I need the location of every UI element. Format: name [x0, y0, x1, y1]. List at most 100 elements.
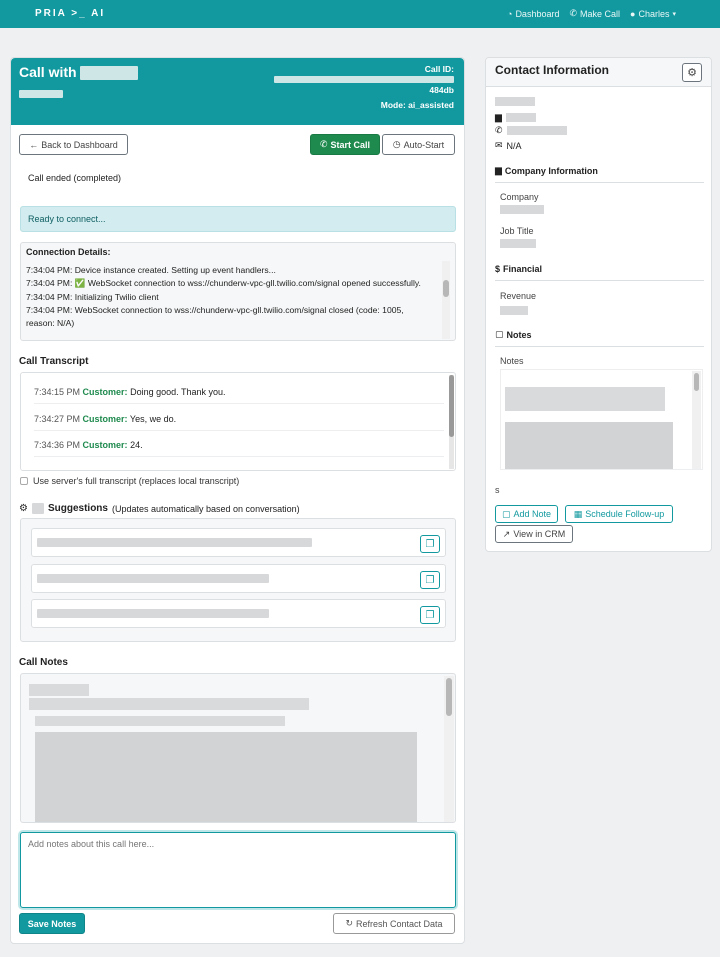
phone-icon: ✆ — [495, 125, 503, 135]
connection-details-panel[interactable]: Connection Details: 7:34:04 PM: Device i… — [20, 242, 456, 341]
brand-logo[interactable]: PRIA >_ AI — [35, 8, 105, 19]
scrollbar-thumb[interactable] — [694, 373, 699, 391]
notes-trailing-text: s — [495, 485, 500, 495]
connection-scrollbar[interactable] — [442, 261, 450, 339]
copy-icon: ❐ — [425, 574, 435, 586]
nav-dashboard[interactable]: ◔ Dashboard — [507, 8, 559, 19]
redacted-notes — [505, 387, 665, 411]
calendar-icon: ▦ — [573, 508, 583, 519]
note-icon: ▢ — [501, 508, 511, 519]
back-to-dashboard-button[interactable]: ← Back to Dashboard — [19, 134, 128, 155]
contact-phone-line: ✆ — [495, 125, 567, 136]
log-line: 7:34:04 PM: Device instance created. Set… — [26, 265, 276, 275]
refresh-contact-button[interactable]: ↻ Refresh Contact Data — [333, 913, 455, 934]
phone-icon: ✆ — [569, 8, 578, 18]
auto-start-button[interactable]: ◷ Auto-Start — [382, 134, 455, 155]
call-status: Call ended (completed) — [28, 173, 122, 183]
call-mode: Mode: ai_assisted — [380, 100, 454, 110]
transcript-title: Call Transcript — [19, 356, 89, 367]
refresh-icon: ↻ — [345, 918, 353, 928]
contact-settings-button[interactable]: ⚙ — [682, 63, 702, 82]
financial-section-title: $ Financial — [495, 264, 704, 281]
building-icon: ▆ — [495, 112, 502, 122]
copy-suggestion-button[interactable]: ❐ — [420, 571, 440, 589]
ready-alert: Ready to connect... — [20, 206, 456, 232]
save-notes-button[interactable]: Save Notes — [19, 913, 85, 934]
call-header: Call with Call ID: 484db Mode: ai_assist… — [11, 58, 464, 125]
transcript-panel[interactable]: 7:34:15 PM Customer: Doing good. Thank y… — [20, 372, 456, 471]
scrollbar-thumb[interactable] — [449, 375, 454, 437]
call-notes-scrollbar[interactable] — [444, 676, 454, 822]
nav-make-call[interactable]: ✆ Make Call — [569, 8, 620, 19]
transcript-scrollbar[interactable] — [449, 375, 454, 469]
suggestion-item: ❐ — [31, 564, 446, 593]
suggestion-item: ❐ — [31, 528, 446, 557]
connection-details-title: Connection Details: — [26, 247, 111, 257]
robot-icon: ⚙ — [19, 503, 28, 514]
contact-card: Contact Information ⚙ ▆ ✆ ✉ N/A ▆ Compan… — [485, 57, 712, 552]
schedule-follow-up-button[interactable]: ▦ Schedule Follow-up — [565, 505, 673, 523]
transcript-speaker: Customer: — [82, 387, 128, 397]
call-title-label: Call with — [19, 64, 77, 80]
transcript-row: 7:34:27 PM Customer: Yes, we do. — [34, 414, 444, 431]
nav-links: ◔ Dashboard ✆ Make Call ● Charles ▾ — [507, 8, 676, 19]
redacted-contact-name — [495, 97, 535, 106]
call-notes-panel[interactable] — [20, 673, 456, 823]
copy-suggestion-button[interactable]: ❐ — [420, 535, 440, 553]
view-in-crm-label: View in CRM — [513, 529, 566, 539]
suggestions-panel: ❐ ❐ ❐ — [20, 518, 456, 642]
nav-dashboard-label: Dashboard — [515, 8, 560, 19]
scrollbar-thumb[interactable] — [443, 280, 449, 297]
dollar-icon: $ — [495, 264, 501, 274]
top-navbar: PRIA >_ AI ◔ Dashboard ✆ Make Call ● Cha… — [0, 0, 720, 28]
transcript-text: Yes, we do. — [129, 414, 177, 424]
call-notes-input[interactable] — [20, 832, 456, 908]
server-transcript-label: Use server's full transcript (replaces l… — [33, 476, 240, 486]
financial-section-label: Financial — [503, 264, 543, 274]
notes-section-label: Notes — [506, 329, 532, 340]
connection-log: 7:34:04 PM: Device instance created. Set… — [26, 264, 433, 330]
redacted-phone — [19, 89, 63, 98]
transcript-text: Doing good. Thank you. — [130, 387, 226, 397]
server-transcript-checkbox[interactable] — [20, 477, 28, 485]
contact-email-line: ✉ N/A — [495, 140, 522, 151]
call-id-suffix: 484db — [429, 85, 454, 95]
redacted-company — [505, 113, 536, 122]
redacted-company-value — [500, 205, 544, 214]
auto-start-label: Auto-Start — [403, 139, 445, 150]
redacted-notes — [505, 422, 673, 469]
transcript-time: 7:34:36 PM — [34, 440, 81, 450]
start-call-button[interactable]: ✆ Start Call — [310, 134, 380, 155]
redacted-call-id — [274, 76, 454, 83]
log-line: 7:34:04 PM: WebSocket connection to wss:… — [26, 304, 404, 329]
contact-notes-panel[interactable] — [500, 369, 703, 470]
server-transcript-toggle[interactable]: Use server's full transcript (replaces l… — [20, 476, 239, 486]
suggestion-item: ❐ — [31, 599, 446, 628]
envelope-icon: ✉ — [495, 140, 503, 150]
scrollbar-thumb[interactable] — [446, 678, 452, 716]
copy-icon: ❐ — [425, 609, 435, 621]
notes-label: Notes — [500, 356, 524, 366]
redacted-suggestion — [37, 574, 269, 583]
revenue-label: Revenue — [500, 291, 537, 301]
clock-icon: ◷ — [392, 139, 401, 149]
notes-section-title: ▢ Notes — [495, 329, 704, 347]
copy-suggestion-button[interactable]: ❐ — [420, 606, 440, 624]
job-title-label: Job Title — [500, 226, 534, 236]
call-notes-title: Call Notes — [19, 657, 68, 668]
nav-user-menu[interactable]: ● Charles ▾ — [630, 8, 676, 19]
contact-title: Contact Information — [495, 63, 609, 77]
note-icon: ▢ — [495, 329, 504, 339]
contact-notes-scrollbar[interactable] — [692, 371, 701, 469]
contact-company-line: ▆ — [495, 112, 536, 123]
log-line: 7:34:04 PM: ✅ WebSocket connection to ws… — [26, 278, 421, 289]
dashboard-icon: ◔ — [507, 8, 513, 19]
call-id-label: Call ID: — [424, 64, 454, 74]
redacted-notes — [35, 732, 417, 822]
suggestions-heading: ⚙ Suggestions (Updates automatically bas… — [19, 503, 300, 514]
company-section-title: ▆ Company Information — [495, 165, 704, 183]
contact-header: Contact Information ⚙ — [486, 58, 711, 87]
add-note-button[interactable]: ▢ Add Note — [495, 505, 558, 523]
view-in-crm-button[interactable]: ↗ View in CRM — [495, 525, 573, 543]
transcript-text: 24. — [130, 440, 143, 450]
